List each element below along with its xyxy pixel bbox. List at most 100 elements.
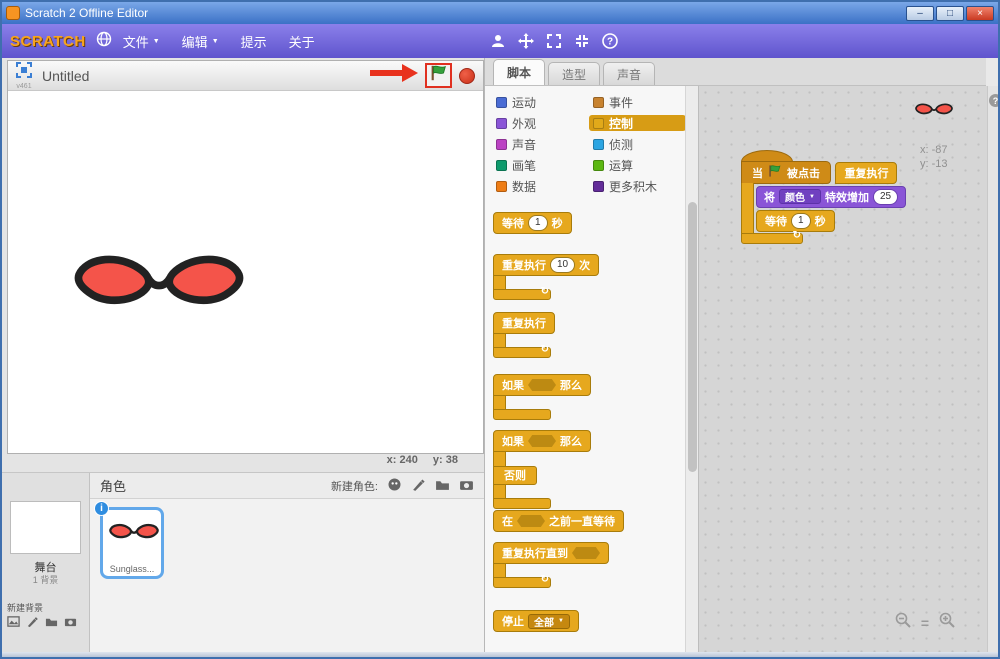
green-flag-icon xyxy=(768,164,782,181)
new-sprite-label: 新建角色: xyxy=(331,478,378,494)
if-block[interactable]: 如果 那么 xyxy=(493,374,591,420)
camera-backdrop-icon[interactable] xyxy=(64,615,77,633)
repeat-until-block[interactable]: 重复执行直到 xyxy=(493,542,609,588)
titlebar: Scratch 2 Offline Editor – □ × xyxy=(2,2,998,24)
category-sound[interactable]: 声音 xyxy=(492,136,589,152)
block-help-icon[interactable]: ? xyxy=(602,33,618,49)
delete-icon[interactable] xyxy=(518,33,534,49)
wait-block[interactable]: 等待 1 秒 xyxy=(493,212,572,234)
menubar: SCRATCH 文件▼ 编辑▼ 提示 关于 ? xyxy=(2,24,998,58)
grow-icon[interactable] xyxy=(546,33,562,49)
project-title: Untitled xyxy=(42,68,89,84)
data-color-chip xyxy=(496,181,507,192)
zoom-reset-icon[interactable]: = xyxy=(921,615,929,631)
effect-value-input[interactable]: 25 xyxy=(873,189,898,205)
script-stack[interactable]: 当 被点击 重复执行 将 颜色 ▼ xyxy=(741,150,906,244)
menu-file[interactable]: 文件▼ xyxy=(123,32,160,51)
help-icon[interactable]: ? xyxy=(989,94,1000,107)
condition-slot[interactable] xyxy=(572,547,600,559)
stop-button[interactable] xyxy=(459,68,475,84)
category-looks[interactable]: 外观 xyxy=(492,115,589,131)
sprite-name: Sunglass... xyxy=(103,564,161,574)
scratch-logo: SCRATCH xyxy=(10,33,86,50)
backdrop-library-icon[interactable] xyxy=(7,615,20,633)
sprite-info-icon[interactable]: i xyxy=(94,501,109,516)
chevron-down-icon: ▼ xyxy=(558,618,564,624)
sensing-color-chip xyxy=(593,139,604,150)
change-effect-block[interactable]: 将 颜色 ▼ 特效增加 25 xyxy=(756,186,906,208)
app-window: Scratch 2 Offline Editor – □ × SCRATCH 文… xyxy=(0,0,1000,659)
condition-slot[interactable] xyxy=(517,515,545,527)
chevron-down-icon: ▼ xyxy=(809,194,815,200)
stop-block[interactable]: 停止 全部 ▼ xyxy=(493,610,579,632)
stage-header: v461 Untitled xyxy=(8,61,483,91)
wait-until-block[interactable]: 在 之前一直等待 xyxy=(493,510,624,532)
menu-tips[interactable]: 提示 xyxy=(241,32,267,51)
mouse-y: y: 38 xyxy=(433,454,458,466)
when-flag-clicked-block[interactable]: 当 被点击 xyxy=(741,161,831,184)
editor-panel: 脚本 造型 声音 运动 外观 声音 画笔 数据 事件 控制 侦测 运算 更多积木 xyxy=(484,58,1000,654)
repeat-value-input[interactable]: 10 xyxy=(550,257,575,273)
shrink-icon[interactable] xyxy=(574,33,590,49)
upload-backdrop-icon[interactable] xyxy=(45,615,58,633)
if-else-block[interactable]: 如果 那么 否则 xyxy=(493,430,591,509)
pointer-arrow-annotation xyxy=(370,64,418,87)
more-blocks-color-chip xyxy=(593,181,604,192)
sprite-list: i Sunglass... xyxy=(90,499,484,654)
sprite-library-icon[interactable] xyxy=(387,477,402,495)
forever-block[interactable]: 重复执行 xyxy=(493,312,555,358)
category-sensing[interactable]: 侦测 xyxy=(589,136,686,152)
repeat-block[interactable]: 重复执行 10 次 xyxy=(493,254,599,300)
paint-sprite-icon[interactable] xyxy=(411,477,426,495)
camera-sprite-icon[interactable] xyxy=(459,477,474,495)
events-color-chip xyxy=(593,97,604,108)
upload-sprite-icon[interactable] xyxy=(435,477,450,495)
sprite-y-readout: y: -13 xyxy=(920,158,948,170)
forever-block[interactable]: 重复执行 xyxy=(835,162,897,184)
condition-slot[interactable] xyxy=(528,435,556,447)
zoom-out-icon[interactable] xyxy=(895,612,911,633)
new-backdrop-label: 新建背景 xyxy=(7,601,43,614)
scripts-area[interactable]: x: -87 y: -13 当 被点击 重复执行 将 xyxy=(698,86,987,654)
green-flag-button[interactable] xyxy=(430,64,448,87)
sunglasses-sprite[interactable] xyxy=(74,249,244,322)
loop-arrow-icon xyxy=(741,233,803,244)
menu-about[interactable]: 关于 xyxy=(289,32,315,51)
svg-text:?: ? xyxy=(607,37,613,48)
stage-thumbnail[interactable] xyxy=(10,501,81,554)
stage: v461 Untitled xyxy=(7,60,484,454)
category-operators[interactable]: 运算 xyxy=(589,157,686,173)
selection-icon xyxy=(16,62,32,83)
close-button[interactable]: × xyxy=(966,6,994,21)
condition-slot[interactable] xyxy=(528,379,556,391)
tab-costumes[interactable]: 造型 xyxy=(548,62,600,85)
tab-scripts[interactable]: 脚本 xyxy=(493,59,545,85)
sprite-card-sunglasses[interactable]: i Sunglass... xyxy=(100,507,164,579)
maximize-button[interactable]: □ xyxy=(936,6,964,21)
menu-edit[interactable]: 编辑▼ xyxy=(182,32,219,51)
paint-backdrop-icon[interactable] xyxy=(26,615,39,633)
category-events[interactable]: 事件 xyxy=(589,94,686,110)
wait-block[interactable]: 等待 1 秒 xyxy=(756,210,835,232)
tab-sounds[interactable]: 声音 xyxy=(603,62,655,85)
motion-color-chip xyxy=(496,97,507,108)
green-flag-highlight-box xyxy=(425,63,452,88)
zoom-in-icon[interactable] xyxy=(939,612,955,633)
palette-scrollbar-thumb[interactable] xyxy=(688,202,697,472)
stage-pane[interactable]: 舞台 1 背景 新建背景 xyxy=(2,473,90,654)
stop-dropdown[interactable]: 全部 ▼ xyxy=(528,614,570,629)
language-icon[interactable] xyxy=(96,31,112,52)
category-control[interactable]: 控制 xyxy=(589,115,686,131)
operators-color-chip xyxy=(593,160,604,171)
wait-value-input[interactable]: 1 xyxy=(528,215,548,231)
effect-dropdown[interactable]: 颜色 ▼ xyxy=(779,189,821,204)
duplicate-icon[interactable] xyxy=(490,33,506,49)
category-pen[interactable]: 画笔 xyxy=(492,157,589,173)
mouse-coordinates: x: 240 y: 38 xyxy=(7,454,484,466)
wait-value-input[interactable]: 1 xyxy=(791,213,811,229)
minimize-button[interactable]: – xyxy=(906,6,934,21)
category-motion[interactable]: 运动 xyxy=(492,94,589,110)
pen-color-chip xyxy=(496,160,507,171)
category-more-blocks[interactable]: 更多积木 xyxy=(589,178,686,194)
category-data[interactable]: 数据 xyxy=(492,178,589,194)
